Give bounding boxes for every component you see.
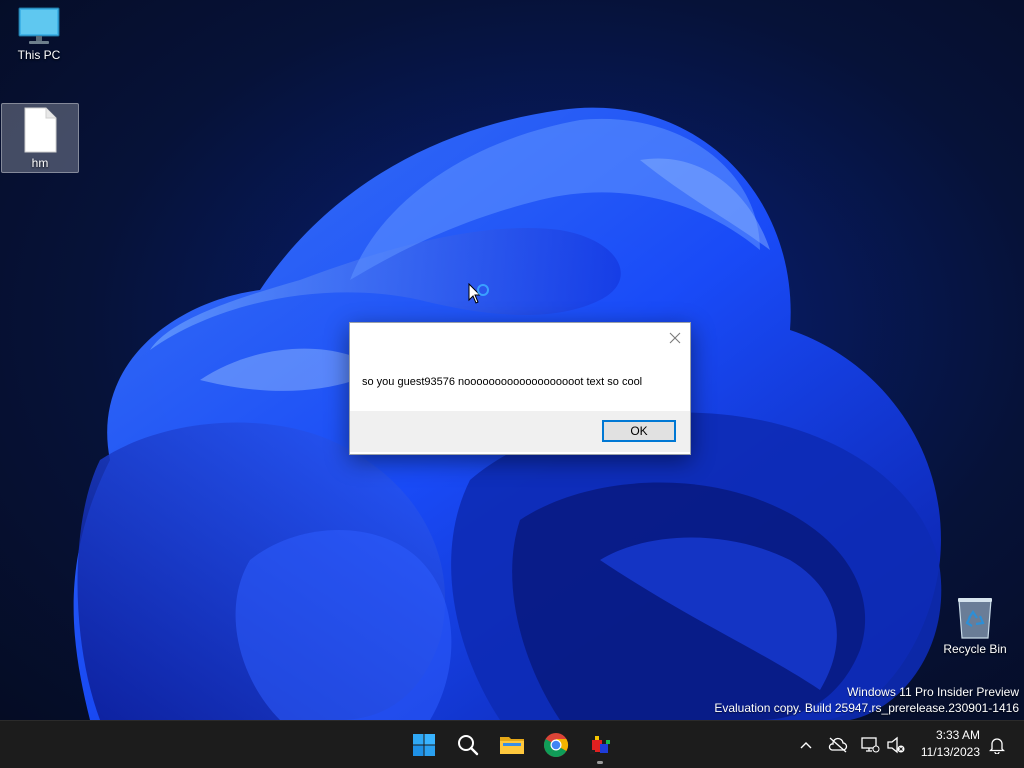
file-explorer-button[interactable] [492, 725, 532, 765]
windows-watermark: Windows 11 Pro Insider Preview Evaluatio… [714, 684, 1019, 716]
volume-tray-button[interactable] [884, 731, 908, 759]
clock-time: 3:33 AM [935, 728, 980, 742]
chrome-icon [544, 733, 569, 758]
desktop-icon-this-pc[interactable]: This PC [1, 6, 77, 74]
monitor-icon [18, 7, 60, 44]
chevron-up-icon [800, 742, 812, 749]
clock-date: 11/13/2023 [920, 745, 980, 759]
notifications-button[interactable] [985, 731, 1009, 759]
watermark-line-edition: Windows 11 Pro Insider Preview [847, 685, 1019, 699]
folder-icon [500, 737, 524, 754]
watermark-line-build: Evaluation copy. Build 25947.rs_prerelea… [714, 701, 1019, 715]
network-icon [861, 737, 880, 753]
network-tray-button[interactable] [858, 731, 882, 759]
busy-cursor-icon [468, 283, 489, 304]
taskbar: 3:33 AM 11/13/2023 [0, 720, 1024, 768]
ok-button[interactable]: OK [602, 420, 676, 442]
bell-icon [989, 738, 1005, 754]
dialog-footer: OK [350, 411, 690, 452]
start-button[interactable] [404, 725, 444, 765]
desktop-icon-label: hm [31, 156, 49, 170]
desktop-icon-recycle-bin[interactable]: Recycle Bin [937, 596, 1013, 664]
dialog-body: so you guest93576 nooooooooooooooooooot … [350, 353, 690, 411]
chrome-button[interactable] [536, 725, 576, 765]
dialog-message: so you guest93576 nooooooooooooooooooot … [362, 376, 643, 388]
app-button[interactable] [580, 725, 620, 765]
search-button[interactable] [448, 725, 488, 765]
desktop-icon-hm[interactable]: hm [1, 103, 79, 173]
cloud-offline-icon [828, 737, 848, 753]
dialog-titlebar[interactable] [350, 323, 690, 353]
recycle-bin-icon [958, 598, 992, 639]
show-hidden-icons-button[interactable] [794, 731, 818, 759]
app-icon [590, 736, 610, 754]
running-indicator [597, 761, 603, 764]
search-icon [458, 735, 479, 756]
message-dialog: so you guest93576 nooooooooooooooooooot … [349, 322, 691, 455]
desktop-icon-label: Recycle Bin [943, 642, 1007, 656]
clock[interactable]: 3:33 AM 11/13/2023 [910, 727, 980, 763]
text-file-icon [24, 107, 57, 153]
speaker-muted-icon [887, 736, 905, 754]
windows-logo-icon [413, 734, 435, 756]
close-icon [669, 332, 681, 344]
close-button[interactable] [664, 327, 686, 349]
onedrive-tray-button[interactable] [826, 731, 850, 759]
desktop: This PC hm Recycle Bin Windows 11 Pro In… [0, 0, 1024, 720]
desktop-icon-label: This PC [17, 48, 61, 62]
